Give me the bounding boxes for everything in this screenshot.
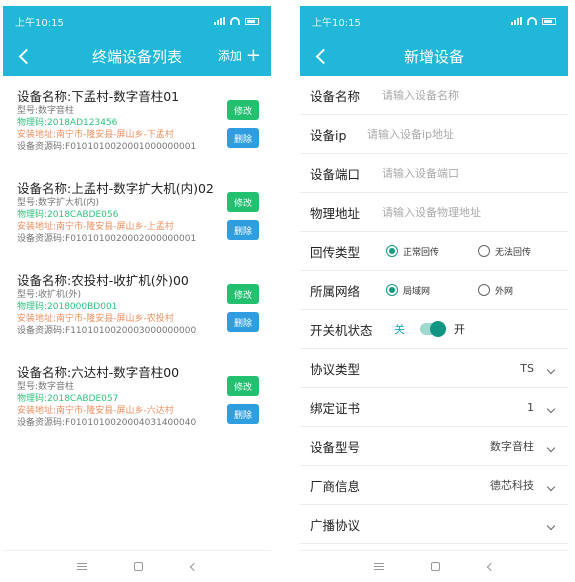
add-device-form: 设备名称 设备ip 设备端口 物理地址 回传类型 正常回传 无法回传 [300, 76, 568, 544]
battery-icon [542, 17, 556, 25]
delete-button[interactable]: 删除 [227, 404, 259, 424]
form-row-device-model[interactable]: 设备型号 数字音柱 [300, 427, 568, 466]
form-row-name: 设备名称 [300, 76, 568, 115]
form-row-certificate[interactable]: 绑定证书 1 [300, 388, 568, 427]
radio-unchecked-icon [478, 284, 490, 296]
menu-icon[interactable] [76, 563, 87, 570]
delete-button[interactable]: 删除 [227, 312, 259, 332]
edit-button[interactable]: 修改 [227, 376, 259, 396]
delete-button[interactable]: 删除 [227, 220, 259, 240]
form-row-network: 所属网络 局域网 外网 [300, 271, 568, 310]
device-list-screen: 上午10:15 终端设备列表 添加 + 设备名称:下孟村-数字音柱01 型号:数… [3, 6, 271, 582]
page-title: 终端设备列表 [91, 47, 182, 66]
chevron-down-icon[interactable] [546, 482, 556, 492]
battery-icon [245, 17, 259, 25]
chevron-down-icon[interactable] [546, 404, 556, 414]
power-on-label: 开 [454, 323, 465, 336]
add-device-screen: 上午10:15 新增设备 设备名称 设备ip 设备端口 物理地址 回传类型 [300, 6, 568, 582]
power-off-label: 关 [394, 323, 405, 336]
power-toggle[interactable] [420, 321, 446, 337]
wifi-icon [527, 17, 537, 25]
add-label: 添加 [217, 49, 242, 63]
page-title: 新增设备 [403, 47, 464, 66]
home-icon[interactable] [134, 562, 144, 571]
status-time: 上午10:15 [15, 17, 64, 29]
edit-button[interactable]: 修改 [227, 284, 259, 304]
field-label: 设备名称 [310, 88, 361, 104]
chevron-down-icon[interactable] [546, 521, 556, 531]
wifi-icon [230, 17, 240, 25]
radio-normal-feedback[interactable]: 正常回传 [386, 245, 439, 258]
certificate-value: 1 [527, 400, 534, 414]
field-label: 设备型号 [310, 439, 361, 455]
toggle-knob [430, 321, 446, 337]
form-row-feedback-type: 回传类型 正常回传 无法回传 [300, 232, 568, 271]
signal-icon [511, 17, 522, 25]
device-model-value: 数字音柱 [490, 440, 534, 453]
radio-lan[interactable]: 局域网 [386, 284, 430, 297]
chevron-down-icon[interactable] [546, 365, 556, 375]
field-label: 绑定证书 [310, 400, 361, 416]
add-device-button[interactable]: 添加 + [217, 44, 261, 66]
system-nav-bar [300, 550, 568, 582]
radio-unchecked-icon [478, 245, 490, 257]
radio-checked-icon [386, 284, 398, 296]
device-card: 设备名称:农投村-收扩机(外)00 型号:收扩机(外) 物理码:2018000B… [3, 272, 271, 364]
field-label: 广播协议 [310, 517, 361, 533]
device-port-input[interactable] [382, 166, 552, 180]
field-label: 协议类型 [310, 361, 361, 377]
chevron-down-icon[interactable] [546, 443, 556, 453]
field-label: 设备端口 [310, 166, 361, 182]
field-label: 开关机状态 [310, 322, 373, 338]
radio-no-feedback[interactable]: 无法回传 [478, 245, 531, 258]
field-label: 回传类型 [310, 244, 361, 260]
form-row-power-state: 开关机状态 关 开 [300, 310, 568, 349]
vendor-value: 德芯科技 [490, 479, 534, 492]
radio-checked-icon [386, 245, 398, 257]
field-label: 物理地址 [310, 205, 361, 221]
status-bar: 上午10:15 [3, 6, 271, 36]
protocol-type-value: TS [520, 361, 534, 375]
device-card: 设备名称:下孟村-数字音柱01 型号:数字音柱 物理码:2018AD123456… [3, 88, 271, 180]
radio-wan[interactable]: 外网 [478, 284, 513, 297]
menu-icon[interactable] [373, 563, 384, 570]
status-time: 上午10:15 [312, 17, 361, 29]
form-row-vendor[interactable]: 厂商信息 德芯科技 [300, 466, 568, 505]
form-row-mac: 物理地址 [300, 193, 568, 232]
delete-button[interactable]: 删除 [227, 128, 259, 148]
nav-back-icon[interactable] [486, 562, 496, 571]
status-bar: 上午10:15 [300, 6, 568, 36]
edit-button[interactable]: 修改 [227, 100, 259, 120]
field-label: 所属网络 [310, 283, 361, 299]
nav-back-icon[interactable] [189, 562, 199, 571]
form-row-port: 设备端口 [300, 154, 568, 193]
field-label: 厂商信息 [310, 478, 361, 494]
title-bar: 终端设备列表 添加 + [3, 36, 271, 76]
home-icon[interactable] [431, 562, 441, 571]
form-row-ip: 设备ip [300, 115, 568, 154]
signal-icon [214, 17, 225, 25]
device-name-input[interactable] [382, 88, 552, 102]
device-card: 设备名称:六达村-数字音柱00 型号:数字音柱 物理码:2018CABDE057… [3, 364, 271, 456]
device-mac-input[interactable] [382, 205, 562, 219]
plus-icon: + [245, 44, 261, 66]
back-arrow-icon[interactable] [13, 45, 35, 67]
system-nav-bar [3, 550, 271, 582]
device-list: 设备名称:下孟村-数字音柱01 型号:数字音柱 物理码:2018AD123456… [3, 76, 271, 456]
back-arrow-icon[interactable] [310, 45, 332, 67]
form-row-protocol-type[interactable]: 协议类型 TS [300, 349, 568, 388]
edit-button[interactable]: 修改 [227, 192, 259, 212]
title-bar: 新增设备 [300, 36, 568, 76]
field-label: 设备ip [310, 127, 347, 143]
form-row-broadcast-protocol[interactable]: 广播协议 [300, 505, 568, 544]
device-card: 设备名称:上孟村-数字扩大机(内)02 型号:数字扩大机(内) 物理码:2018… [3, 180, 271, 272]
device-ip-input[interactable] [367, 127, 552, 141]
